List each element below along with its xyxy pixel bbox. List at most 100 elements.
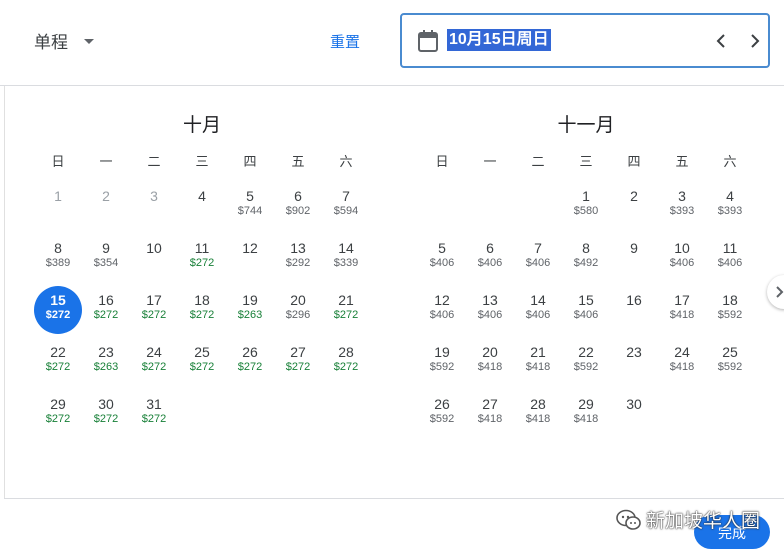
day-cell[interactable]: 9 — [610, 234, 658, 282]
day-cell[interactable]: 16 $272 — [82, 286, 130, 334]
day-number: 3 — [150, 188, 158, 204]
top-bar: 单程 重置 10月15日周日 — [0, 0, 784, 86]
weekday-label: 二 — [531, 154, 545, 169]
day-price: $292 — [285, 257, 311, 269]
weekday-label: 三 — [579, 154, 593, 169]
day-cell[interactable]: 23 $263 — [82, 338, 130, 386]
day-cell[interactable]: 4 — [178, 182, 226, 230]
day-number: 17 — [674, 292, 690, 308]
day-cell[interactable]: 17 $272 — [130, 286, 178, 334]
day-cell[interactable]: 3 $393 — [658, 182, 706, 230]
day-number: 11 — [722, 240, 738, 256]
reset-button[interactable]: 重置 — [330, 31, 360, 52]
day-number: 27 — [290, 344, 306, 360]
weekday-label: 日 — [435, 154, 449, 169]
next-page-button[interactable] — [767, 275, 784, 309]
day-cell[interactable]: 21 $272 — [322, 286, 370, 334]
day-cell[interactable]: 4 $393 — [706, 182, 754, 230]
trip-type-dropdown[interactable]: 单程 — [34, 28, 94, 53]
date-input[interactable]: 10月15日周日 — [400, 13, 770, 68]
day-price: $389 — [45, 257, 71, 269]
day-number: 19 — [434, 344, 450, 360]
day-cell[interactable]: 8 $389 — [34, 234, 82, 282]
chevron-right-icon — [776, 286, 784, 298]
day-number: 18 — [722, 292, 738, 308]
day-cell[interactable]: 29 $272 — [34, 390, 82, 438]
day-number: 15 — [50, 292, 66, 308]
day-cell[interactable]: 25 $272 — [178, 338, 226, 386]
day-cell-selected[interactable]: 15 $272 — [34, 286, 82, 334]
day-cell[interactable]: 14 $339 — [322, 234, 370, 282]
day-cell[interactable]: 12 — [226, 234, 274, 282]
day-cell[interactable]: 6 $406 — [466, 234, 514, 282]
day-cell[interactable]: 10 — [130, 234, 178, 282]
day-cell[interactable]: 28 $272 — [322, 338, 370, 386]
day-cell[interactable]: 25 $592 — [706, 338, 754, 386]
day-cell[interactable]: 31 $272 — [130, 390, 178, 438]
day-cell[interactable]: 21 $418 — [514, 338, 562, 386]
day-cell[interactable]: 8 $492 — [562, 234, 610, 282]
day-number: 23 — [98, 344, 114, 360]
day-cell[interactable]: 20 $296 — [274, 286, 322, 334]
day-cell[interactable]: 28 $418 — [514, 390, 562, 438]
day-price: $393 — [717, 205, 743, 217]
day-price: $406 — [429, 309, 455, 321]
day-cell[interactable]: 11 $406 — [706, 234, 754, 282]
day-cell[interactable]: 5 $406 — [418, 234, 466, 282]
chevron-right-icon[interactable] — [745, 32, 763, 50]
day-price: $272 — [189, 257, 215, 269]
day-cell[interactable]: 13 $292 — [274, 234, 322, 282]
day-cell[interactable]: 7 $594 — [322, 182, 370, 230]
day-cell[interactable]: 20 $418 — [466, 338, 514, 386]
day-cell[interactable]: 13 $406 — [466, 286, 514, 334]
day-price: $592 — [429, 413, 455, 425]
day-cell[interactable]: 26 $592 — [418, 390, 466, 438]
day-cell[interactable]: 1 $580 — [562, 182, 610, 230]
day-cell[interactable]: 10 $406 — [658, 234, 706, 282]
day-number: 5 — [246, 188, 254, 204]
day-cell[interactable]: 16 — [610, 286, 658, 334]
day-cell[interactable]: 19 $263 — [226, 286, 274, 334]
day-cell[interactable]: 23 — [610, 338, 658, 386]
day-cell[interactable]: 17 $418 — [658, 286, 706, 334]
wechat-icon — [616, 509, 641, 530]
day-cell: 2 — [82, 182, 130, 230]
day-cell[interactable]: 19 $592 — [418, 338, 466, 386]
day-cell[interactable]: 27 $418 — [466, 390, 514, 438]
day-cell[interactable]: 15 $406 — [562, 286, 610, 334]
day-cell[interactable]: 18 $272 — [178, 286, 226, 334]
day-number: 12 — [242, 240, 258, 256]
day-cell[interactable]: 12 $406 — [418, 286, 466, 334]
day-number: 14 — [530, 292, 546, 308]
day-cell[interactable]: 29 $418 — [562, 390, 610, 438]
day-number: 27 — [482, 396, 498, 412]
day-cell[interactable]: 6 $902 — [274, 182, 322, 230]
day-price: $902 — [285, 205, 311, 217]
day-cell[interactable]: 9 $354 — [82, 234, 130, 282]
day-number: 16 — [626, 292, 642, 308]
day-cell[interactable]: 22 $592 — [562, 338, 610, 386]
day-price: $744 — [237, 205, 263, 217]
day-price: $354 — [93, 257, 119, 269]
day-number: 4 — [198, 188, 206, 204]
day-cell[interactable]: 22 $272 — [34, 338, 82, 386]
day-cell[interactable]: 11 $272 — [178, 234, 226, 282]
day-number: 10 — [674, 240, 690, 256]
day-cell[interactable]: 30 $272 — [82, 390, 130, 438]
day-cell[interactable]: 18 $592 — [706, 286, 754, 334]
day-cell[interactable]: 5 $744 — [226, 182, 274, 230]
day-cell[interactable]: 7 $406 — [514, 234, 562, 282]
day-cell[interactable]: 26 $272 — [226, 338, 274, 386]
day-price: $592 — [429, 361, 455, 373]
chevron-left-icon[interactable] — [713, 32, 731, 50]
day-cell[interactable]: 24 $418 — [658, 338, 706, 386]
day-number: 18 — [194, 292, 210, 308]
day-number: 4 — [726, 188, 734, 204]
day-cell[interactable]: 2 — [610, 182, 658, 230]
day-number: 6 — [294, 188, 302, 204]
day-cell[interactable]: 27 $272 — [274, 338, 322, 386]
day-cell[interactable]: 30 — [610, 390, 658, 438]
day-number: 7 — [342, 188, 350, 204]
day-cell[interactable]: 14 $406 — [514, 286, 562, 334]
day-cell[interactable]: 24 $272 — [130, 338, 178, 386]
